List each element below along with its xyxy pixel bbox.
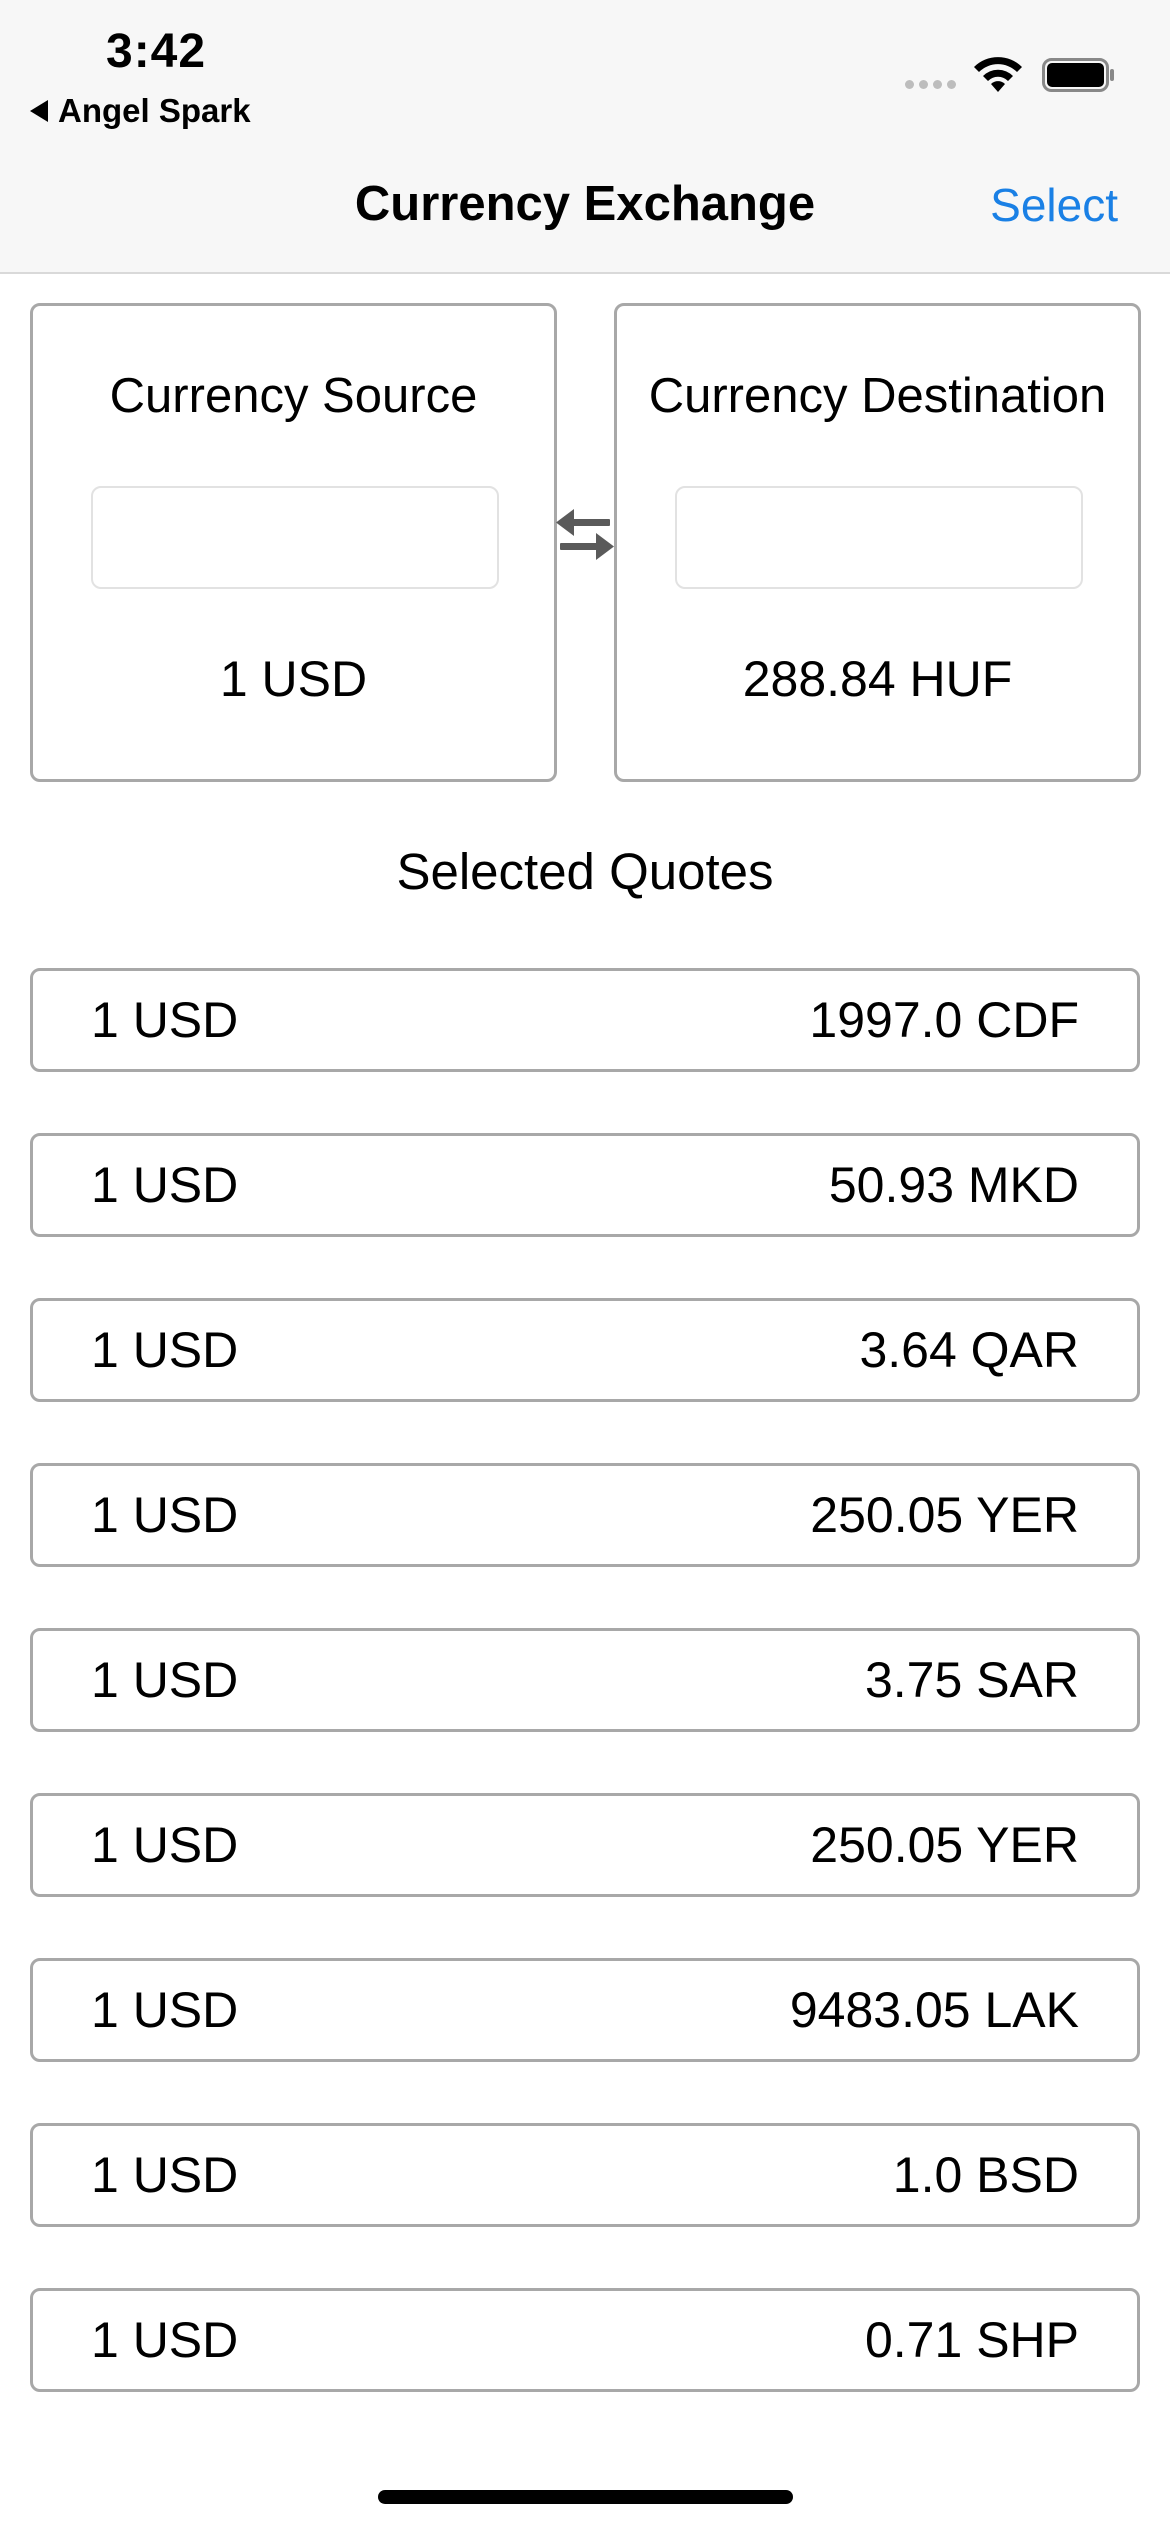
- quote-row[interactable]: 1 USD 0.71 SHP: [30, 2288, 1140, 2392]
- currency-destination-title: Currency Destination: [648, 369, 1107, 423]
- quote-to: 9483.05 LAK: [789, 1982, 1079, 2038]
- quote-row[interactable]: 1 USD 9483.05 LAK: [30, 1958, 1140, 2062]
- quote-row[interactable]: 1 USD 50.93 MKD: [30, 1133, 1140, 1237]
- home-indicator[interactable]: [378, 2490, 793, 2504]
- currency-destination-value: 288.84 HUF: [742, 651, 1013, 707]
- quote-to: 0.71 SHP: [864, 2312, 1079, 2368]
- navigation-bar: Currency Exchange Select: [0, 140, 1170, 274]
- quote-row[interactable]: 1 USD 250.05 YER: [30, 1463, 1140, 1567]
- currency-source-input[interactable]: [91, 486, 499, 589]
- battery-icon: [1042, 58, 1114, 92]
- currency-source-title: Currency Source: [109, 369, 478, 423]
- quote-to: 250.05 YER: [810, 1487, 1079, 1543]
- quote-from: 1 USD: [91, 2147, 239, 2203]
- quote-from: 1 USD: [91, 2312, 239, 2368]
- currency-destination-card: Currency Destination 288.84 HUF: [614, 303, 1141, 782]
- quote-to: 250.05 YER: [810, 1817, 1079, 1873]
- wifi-icon: [974, 57, 1022, 92]
- back-app-label: Angel Spark: [58, 92, 251, 129]
- quote-row[interactable]: 1 USD 3.64 QAR: [30, 1298, 1140, 1402]
- back-to-app-button[interactable]: Angel Spark: [30, 92, 251, 130]
- quote-to: 1997.0 CDF: [809, 992, 1079, 1048]
- quote-row[interactable]: 1 USD 250.05 YER: [30, 1793, 1140, 1897]
- quote-from: 1 USD: [91, 992, 239, 1048]
- currency-source-value: 1 USD: [219, 651, 368, 707]
- status-bar: 3:42 Angel Spark: [0, 0, 1170, 140]
- signal-dots-icon: [905, 80, 956, 89]
- quote-from: 1 USD: [91, 1157, 239, 1213]
- quote-row[interactable]: 1 USD 3.75 SAR: [30, 1628, 1140, 1732]
- quote-from: 1 USD: [91, 1652, 239, 1708]
- status-time: 3:42: [106, 25, 207, 78]
- quote-from: 1 USD: [91, 1817, 239, 1873]
- quote-row[interactable]: 1 USD 1.0 BSD: [30, 2123, 1140, 2227]
- currency-source-card: Currency Source 1 USD: [30, 303, 557, 782]
- back-triangle-icon: [30, 100, 48, 122]
- quote-from: 1 USD: [91, 1982, 239, 2038]
- quote-to: 3.75 SAR: [864, 1652, 1079, 1708]
- quotes-list: 1 USD 1997.0 CDF 1 USD 50.93 MKD 1 USD 3…: [30, 968, 1140, 2453]
- quote-to: 1.0 BSD: [892, 2147, 1079, 2203]
- selected-quotes-title: Selected Quotes: [396, 843, 774, 900]
- quote-from: 1 USD: [91, 1487, 239, 1543]
- quote-to: 50.93 MKD: [828, 1157, 1079, 1213]
- quote-to: 3.64 QAR: [859, 1322, 1079, 1378]
- select-button[interactable]: Select: [990, 178, 1118, 232]
- currency-destination-input[interactable]: [675, 486, 1083, 589]
- swap-arrows-icon[interactable]: [554, 505, 616, 565]
- quote-row[interactable]: 1 USD 1997.0 CDF: [30, 968, 1140, 1072]
- quote-from: 1 USD: [91, 1322, 239, 1378]
